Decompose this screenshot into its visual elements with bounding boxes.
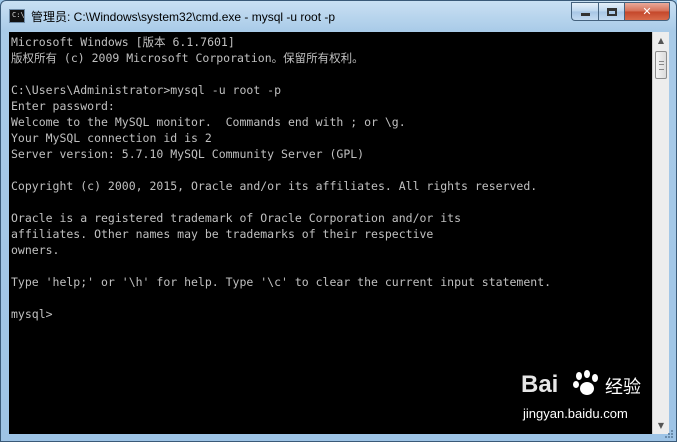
console-line: Your MySQL connection id is 2	[11, 131, 212, 145]
console-line: Welcome to the MySQL monitor. Commands e…	[11, 115, 406, 129]
window-controls: ✕	[571, 2, 670, 21]
console-line: Type 'help;' or '\h' for help. Type '\c'…	[11, 275, 552, 289]
console-line: mysql>	[11, 307, 53, 321]
cmd-app-icon[interactable]: C:\	[9, 9, 25, 23]
console-text: Microsoft Windows [版本 6.1.7601] 版权所有 (c) …	[9, 32, 652, 322]
console-line: owners.	[11, 243, 60, 257]
window-title: 管理员: C:\Windows\system32\cmd.exe - mysql…	[31, 10, 336, 24]
console-line: Server version: 5.7.10 MySQL Community S…	[11, 147, 365, 161]
maximize-button[interactable]	[598, 2, 624, 21]
resize-grip-icon[interactable]	[664, 429, 674, 439]
watermark-cn: 经验	[605, 377, 641, 398]
baidu-jingyan-watermark: Bai 经验 jingyan.baidu.com	[521, 370, 641, 431]
maximize-icon	[606, 7, 617, 16]
scroll-thumb[interactable]	[655, 51, 667, 79]
console-line: affiliates. Other names may be trademark…	[11, 227, 434, 241]
title-bar[interactable]: C:\ 管理员: C:\Windows\system32\cmd.exe - m…	[1, 1, 676, 31]
cmd-window: C:\ 管理员: C:\Windows\system32\cmd.exe - m…	[0, 0, 677, 442]
close-button[interactable]: ✕	[624, 2, 670, 21]
watermark-logo: Bai	[521, 371, 559, 398]
console-line: Copyright (c) 2000, 2015, Oracle and/or …	[11, 179, 538, 193]
minimize-button[interactable]	[571, 2, 598, 21]
scroll-up-icon[interactable]: ▲	[653, 32, 669, 49]
console-line: C:\Users\Administrator>mysql -u root -p	[11, 83, 282, 97]
console-line: Enter password:	[11, 99, 115, 113]
console-line: 版权所有 (c) 2009 Microsoft Corporation。保留所有…	[11, 51, 364, 65]
minimize-icon	[580, 13, 590, 16]
cmd-icon-text: C:\	[12, 11, 25, 19]
paw-icon	[573, 370, 599, 396]
watermark-url: jingyan.baidu.com	[523, 406, 628, 421]
vertical-scrollbar[interactable]: ▲ ▼	[652, 32, 669, 434]
console-line: Microsoft Windows [版本 6.1.7601]	[11, 35, 235, 49]
close-icon: ✕	[642, 5, 652, 18]
console-line: Oracle is a registered trademark of Orac…	[11, 211, 462, 225]
